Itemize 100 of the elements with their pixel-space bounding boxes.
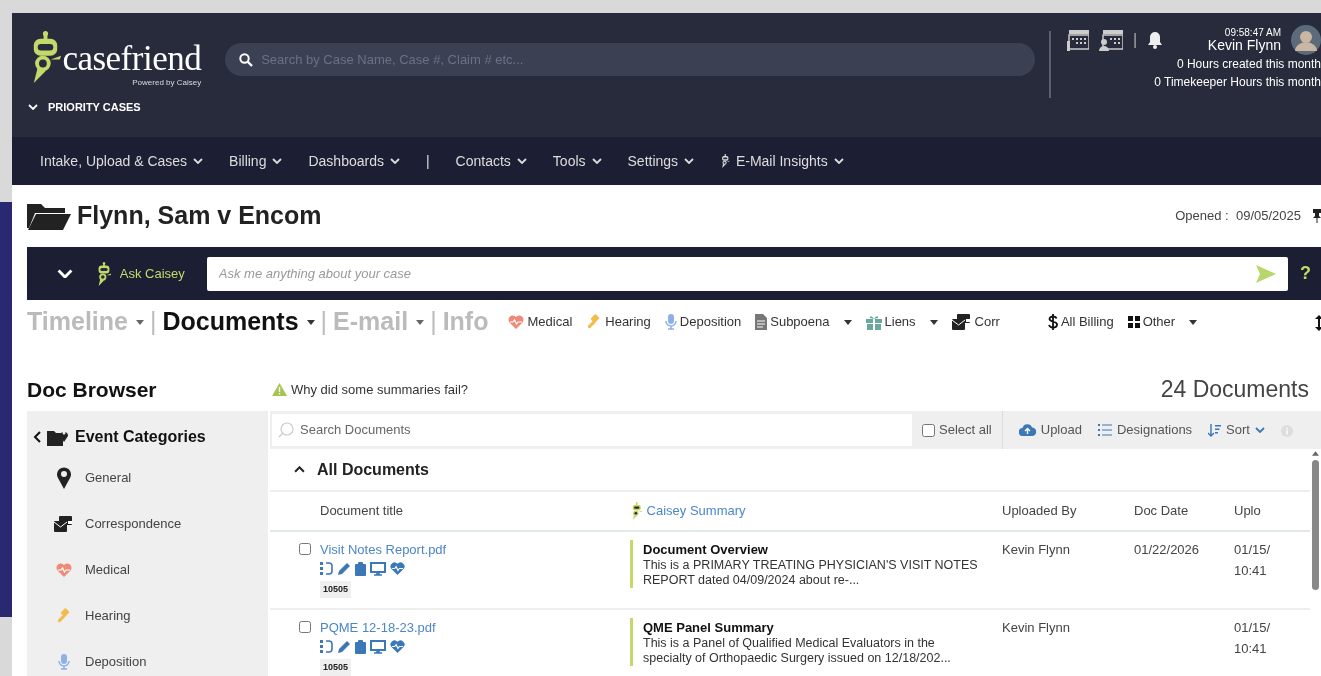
table-cell: 01/15/ <box>1234 542 1271 557</box>
filter-link[interactable]: Deposition <box>664 312 742 332</box>
document-link[interactable]: Visit Notes Report.pdf <box>320 540 630 560</box>
envelope-icon <box>54 516 74 532</box>
ask-caisey-label: Ask Caisey <box>119 264 185 283</box>
chevron-up-icon <box>294 466 305 473</box>
summary-title: Document Overview <box>643 542 769 558</box>
filter-link[interactable]: Liens <box>865 312 938 332</box>
grid-icon <box>1127 316 1140 328</box>
column-header[interactable]: Uplo <box>1234 503 1261 519</box>
categories-title: Event Categories <box>75 427 206 447</box>
column-header[interactable]: Document title <box>320 503 404 519</box>
column-header[interactable]: Doc Date <box>1134 503 1189 519</box>
filter-link[interactable]: Hearing <box>586 312 651 332</box>
avatar <box>1291 25 1321 55</box>
chevron-down-icon <box>1254 427 1265 433</box>
nav-menu[interactable]: E-Mail Insights <box>720 150 844 172</box>
select-all-label[interactable]: Select all <box>939 420 992 440</box>
table-cell: Kevin Flynn <box>1002 620 1070 635</box>
send-icon <box>1256 264 1276 283</box>
document-badge: 10505 <box>320 580 352 598</box>
sort-icon <box>1208 423 1222 437</box>
user-name: Kevin Flynn <box>1207 37 1281 54</box>
column-header[interactable]: Uploaded By <box>1002 503 1077 519</box>
case-title: Flynn, Sam v Encom <box>77 200 322 232</box>
chevron-down-icon <box>272 158 283 164</box>
toolbar-button[interactable]: Sort <box>1208 420 1265 440</box>
gift-icon <box>865 314 882 330</box>
nav-menu[interactable]: Dashboards <box>308 150 400 172</box>
filter-link[interactable]: Other <box>1127 312 1198 332</box>
pin-icon <box>1313 209 1321 223</box>
chevron-down-icon <box>57 268 73 279</box>
chevron-down-icon <box>389 158 400 164</box>
help-link[interactable]: ? <box>1288 260 1321 287</box>
chevron-down-icon <box>516 158 527 164</box>
scrollbar-thumb[interactable] <box>1312 460 1319 590</box>
map-pin-icon <box>56 467 72 489</box>
chevron-down-icon <box>28 104 38 111</box>
category-item[interactable]: Correspondence <box>33 501 268 547</box>
envelope-icon <box>951 314 972 330</box>
document-link[interactable]: PQME 12-18-23.pdf <box>320 618 630 638</box>
calendar-icon <box>1067 29 1089 51</box>
bell-icon <box>1147 31 1164 49</box>
nav-menu[interactable]: Contacts <box>455 150 527 172</box>
category-item[interactable]: Hearing <box>33 593 268 639</box>
heart-icon <box>56 563 72 577</box>
category-item[interactable]: Medical <box>33 547 268 593</box>
clipboard-icon <box>355 561 366 576</box>
document-count: 24 Documents <box>1160 375 1309 405</box>
nav-menu[interactable]: Settings <box>627 150 695 172</box>
toolbar-button[interactable]: Upload <box>1018 420 1082 440</box>
column-header[interactable]: Caisey Summary <box>646 501 746 521</box>
pencil-icon <box>337 561 351 576</box>
tab-separator: | <box>149 306 157 338</box>
chevron-down-icon <box>193 158 204 164</box>
priority-cases-toggle[interactable]: PRIORITY CASES <box>26 99 1049 116</box>
nav-menu[interactable]: Intake, Upload & Cases <box>40 150 204 172</box>
scan-icon <box>320 561 333 576</box>
filter-link[interactable]: Subpoena <box>755 312 852 332</box>
opened-date: Opened : 09/05/2025 <box>1175 207 1301 226</box>
robot-icon <box>720 154 730 168</box>
tab-separator: | <box>320 306 328 338</box>
document-badge: 10505 <box>320 658 352 676</box>
tab-separator: | <box>430 306 437 338</box>
hours-text: 0 Hours created this month <box>1176 56 1321 73</box>
scroll-up-icon <box>1312 451 1319 456</box>
view-tab[interactable]: Documents <box>162 303 315 341</box>
category-item[interactable]: Deposition <box>33 639 268 676</box>
group-toggle[interactable]: All Documents <box>270 449 1310 492</box>
caisey-icon <box>630 502 643 520</box>
filter-link[interactable]: Corr <box>951 312 1000 332</box>
ask-field[interactable]: Ask me anything about your case <box>206 256 1288 291</box>
back-chevron-icon <box>33 431 41 443</box>
divider-text: | <box>1133 30 1138 50</box>
summary-warning-link[interactable]: Why did some summaries fail? <box>272 379 468 400</box>
document-search-field[interactable]: Search Documents <box>272 414 912 446</box>
row-checkbox[interactable] <box>299 621 311 633</box>
nav-menu[interactable]: Billing <box>229 150 283 172</box>
summary-text: This is a Panel of Qualified Medical Evaluators in the specialty of Orthopaedic Surgery issued on 12/18/202... <box>643 635 952 666</box>
toolbar-button[interactable]: Designations <box>1097 420 1193 440</box>
category-item[interactable]: General <box>33 455 268 501</box>
monitor-icon <box>370 639 386 654</box>
table-cell: 10:41 <box>1234 562 1267 578</box>
chevron-down-icon <box>833 158 844 164</box>
filter-link[interactable]: Medical <box>508 312 573 332</box>
clipboard-icon <box>355 639 366 654</box>
microphone-icon <box>664 314 677 330</box>
table-cell: 01/15/ <box>1234 620 1271 635</box>
filter-link[interactable]: All Billing <box>1047 312 1114 332</box>
summary-title: QME Panel Summary <box>643 620 775 636</box>
select-all-checkbox[interactable] <box>922 423 935 437</box>
table-cell: 01/22/2026 <box>1134 542 1200 557</box>
hours-text: 0 Timekeeper Hours this month <box>1154 74 1321 91</box>
monitor-icon <box>370 561 386 576</box>
row-checkbox[interactable] <box>299 543 311 555</box>
folder-icon <box>27 202 71 230</box>
nav-menu[interactable]: Tools <box>552 150 602 172</box>
cloud-upload-icon <box>1018 424 1036 436</box>
table-cell: 10:41 <box>1234 640 1267 656</box>
logo-tagline: Powered by Caisey <box>131 77 202 89</box>
